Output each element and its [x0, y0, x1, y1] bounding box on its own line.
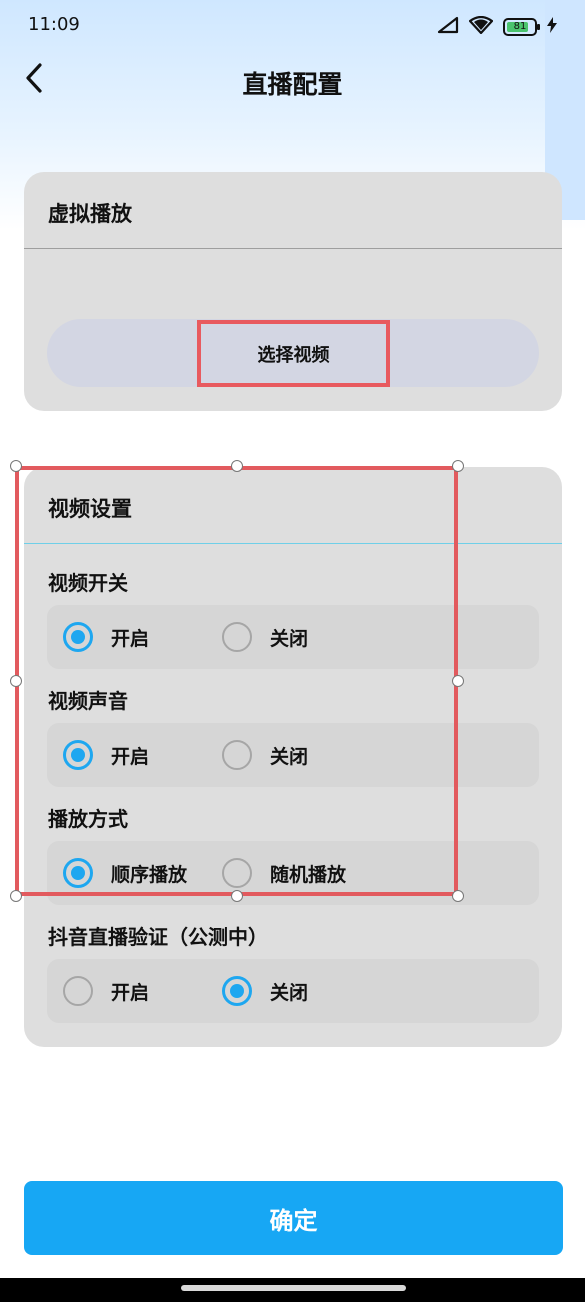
- resize-handle-bottom-left[interactable]: [10, 890, 22, 902]
- resize-handle-left[interactable]: [10, 675, 22, 687]
- status-bar: 11:09 81: [0, 0, 585, 50]
- radio-checked-icon[interactable]: [63, 622, 93, 652]
- play-mode-radio-group: 顺序播放 随机播放: [47, 841, 539, 905]
- douyin-verify-off-option[interactable]: 关闭: [222, 973, 308, 1009]
- radio-label: 关闭: [270, 745, 309, 768]
- radio-unchecked-icon[interactable]: [63, 976, 93, 1006]
- virtual-play-card: 虚拟播放 选择视频: [24, 172, 562, 411]
- resize-handle-bottom[interactable]: [231, 890, 243, 902]
- confirm-button[interactable]: 确定: [24, 1181, 563, 1255]
- play-mode-sequential-option[interactable]: 顺序播放: [63, 855, 187, 891]
- play-mode-label: 播放方式: [48, 807, 128, 831]
- status-icons: 81: [437, 15, 557, 38]
- video-settings-title: 视频设置: [48, 497, 132, 521]
- lightning-icon: [547, 17, 557, 37]
- wifi-icon: [468, 15, 494, 38]
- page-title: 直播配置: [242, 70, 343, 99]
- select-video-button[interactable]: 选择视频: [197, 320, 390, 387]
- video-switch-on-option[interactable]: 开启: [63, 619, 149, 655]
- douyin-verify-on-option[interactable]: 开启: [63, 973, 149, 1009]
- video-switch-off-option[interactable]: 关闭: [222, 619, 308, 655]
- douyin-verify-label: 抖音直播验证（公测中）: [48, 925, 268, 949]
- resize-handle-top-right[interactable]: [452, 460, 464, 472]
- douyin-verify-radio-group: 开启 关闭: [47, 959, 539, 1023]
- title-bar: 直播配置: [0, 55, 585, 105]
- radio-label: 关闭: [270, 627, 309, 650]
- cellular-signal-icon: [437, 16, 459, 38]
- card-divider: [24, 248, 562, 249]
- radio-label: 关闭: [270, 981, 309, 1004]
- video-sound-label: 视频声音: [48, 689, 128, 713]
- radio-label: 随机播放: [270, 863, 347, 886]
- battery-level: 81: [513, 21, 527, 32]
- radio-unchecked-icon[interactable]: [222, 622, 252, 652]
- radio-checked-icon[interactable]: [63, 740, 93, 770]
- video-sound-radio-group: 开启 关闭: [47, 723, 539, 787]
- status-time: 11:09: [28, 14, 80, 35]
- resize-handle-right[interactable]: [452, 675, 464, 687]
- resize-handle-top-left[interactable]: [10, 460, 22, 472]
- resize-handle-bottom-right[interactable]: [452, 890, 464, 902]
- card-divider: [24, 543, 562, 544]
- radio-label: 顺序播放: [111, 863, 188, 886]
- radio-checked-icon[interactable]: [63, 858, 93, 888]
- radio-unchecked-icon[interactable]: [222, 858, 252, 888]
- video-settings-card: 视频设置 视频开关 开启 关闭 视频声音 开启 关闭 播放方式 顺序播放 随机播…: [24, 467, 562, 1047]
- play-mode-random-option[interactable]: 随机播放: [222, 855, 346, 891]
- radio-unchecked-icon[interactable]: [222, 740, 252, 770]
- home-indicator[interactable]: [181, 1285, 406, 1291]
- navigation-bar: [0, 1278, 585, 1302]
- battery-icon: 81: [503, 18, 540, 36]
- video-sound-off-option[interactable]: 关闭: [222, 737, 308, 773]
- radio-label: 开启: [111, 627, 150, 650]
- radio-label: 开启: [111, 745, 150, 768]
- virtual-play-title: 虚拟播放: [48, 202, 132, 226]
- video-switch-label: 视频开关: [48, 571, 128, 595]
- video-sound-on-option[interactable]: 开启: [63, 737, 149, 773]
- video-switch-radio-group: 开启 关闭: [47, 605, 539, 669]
- radio-checked-icon[interactable]: [222, 976, 252, 1006]
- resize-handle-top[interactable]: [231, 460, 243, 472]
- radio-label: 开启: [111, 981, 150, 1004]
